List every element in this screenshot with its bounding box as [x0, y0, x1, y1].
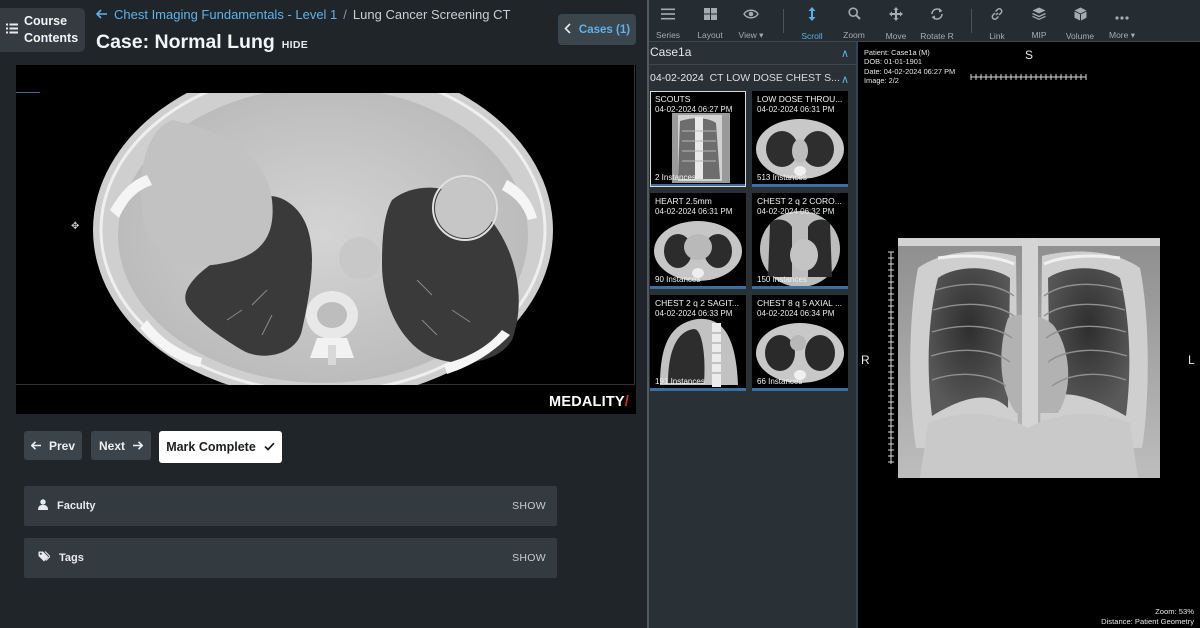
move-tool[interactable]: Move: [874, 7, 918, 41]
series-thumbnail[interactable]: SCOUTS 04-02-2024 06:27 PM 2 Instances: [650, 91, 746, 187]
cube-icon: [1074, 7, 1087, 26]
more-tool-label: More ▾: [1109, 30, 1135, 40]
user-icon: [38, 497, 48, 515]
study-header[interactable]: 04-02-2024 CT LOW DOSE CHEST S...: [650, 72, 840, 84]
scroll-arrows-icon: [808, 7, 816, 26]
series-tool-label: Series: [655, 30, 681, 40]
zoom-readout: Zoom: 53% Distance: Patient Geometry: [1101, 607, 1194, 626]
cursor-crosshair-icon: ✥: [71, 221, 80, 232]
faculty-label: Faculty: [57, 500, 96, 512]
toolbar-separator: [783, 9, 784, 33]
toolbar-separator: [971, 9, 972, 33]
menu-icon: [661, 7, 675, 25]
series-thumbnail[interactable]: CHEST 2 q 2 CORO... 04-02-2024 06:32 PM …: [752, 193, 848, 289]
more-dots-icon: [1115, 7, 1129, 25]
series-thumbnail[interactable]: CHEST 8 q 5 AXIAL ... 04-02-2024 06:34 P…: [752, 295, 848, 391]
layers-icon: [1032, 7, 1046, 25]
tags-panel[interactable]: Tags SHOW: [24, 538, 557, 578]
chevron-up-icon[interactable]: ∧: [841, 73, 849, 86]
volume-tool[interactable]: Volume: [1058, 7, 1102, 41]
case-name: Case1a: [650, 45, 692, 59]
layout-grid-icon: [703, 7, 717, 25]
breadcrumb-separator: /: [343, 7, 347, 22]
series-thumbnail[interactable]: HEART 2.5mm 04-02-2024 06:31 PM 90 Insta…: [650, 193, 746, 289]
tag-icon: [38, 549, 51, 567]
zoom-level: Zoom: 53%: [1155, 607, 1194, 617]
prev-label: Prev: [48, 438, 76, 453]
prev-button[interactable]: Prev: [24, 431, 82, 460]
distance-mode: Distance: Patient Geometry: [1101, 616, 1194, 626]
list-icon: [6, 21, 18, 39]
chevron-up-icon[interactable]: ∧: [841, 47, 849, 60]
next-label: Next: [98, 438, 125, 453]
rotate-tool-label: Rotate R: [920, 31, 954, 41]
view-tool-label: View ▾: [738, 30, 764, 40]
case-header: Case: Normal Lung HIDE: [96, 31, 308, 54]
viewer-toolbar: Series Layout View ▾ Scroll Zoom Move Ro…: [649, 0, 1200, 42]
zoom-icon: [847, 7, 861, 25]
series-thumbnail[interactable]: CHEST 2 q 2 SAGIT... 04-02-2024 06:33 PM…: [650, 295, 746, 391]
mark-complete-button[interactable]: Mark Complete: [159, 431, 282, 463]
series-thumbnail[interactable]: LOW DOSE THROU... 04-02-2024 06:31 PM 51…: [752, 91, 848, 187]
layout-tool-label: Layout: [697, 30, 723, 40]
link-tool-label: Link: [989, 31, 1005, 41]
rotate-tool[interactable]: Rotate R: [915, 7, 959, 41]
xray-viewport[interactable]: Patient: Case1a (M) DOB: 01-01-1901 Date…: [858, 42, 1200, 628]
course-contents-button[interactable]: Course Contents: [0, 8, 85, 52]
arrow-right-icon: [132, 439, 144, 453]
mip-tool-label: MIP: [1031, 30, 1047, 40]
next-button[interactable]: Next: [91, 431, 151, 460]
rotate-icon: [930, 7, 944, 26]
page-title: Case: Normal Lung: [96, 31, 275, 53]
zoom-tool-label: Zoom: [843, 30, 865, 40]
link-icon: [990, 7, 1004, 26]
series-panel: Case1a ∧ 04-02-2024 CT LOW DOSE CHEST S.…: [649, 42, 856, 628]
move-icon: [889, 7, 903, 26]
link-tool[interactable]: Link: [975, 7, 1019, 41]
case-pane: Course Contents Chest Imaging Fundamenta…: [0, 0, 647, 628]
arrow-left-icon: [30, 439, 42, 453]
faculty-panel[interactable]: Faculty SHOW: [24, 486, 557, 526]
series-tool[interactable]: Series: [646, 7, 690, 40]
course-contents-label: Course Contents: [24, 14, 79, 45]
volume-tool-label: Volume: [1065, 31, 1095, 41]
view-tool[interactable]: View ▾: [729, 7, 773, 41]
back-arrow-icon[interactable]: [95, 7, 108, 22]
scroll-tool-label: Scroll: [801, 31, 823, 41]
tags-show-toggle[interactable]: SHOW: [512, 552, 546, 564]
faculty-show-toggle[interactable]: SHOW: [512, 500, 546, 512]
checkmark-icon: [264, 440, 275, 454]
more-tool[interactable]: More ▾: [1100, 7, 1144, 41]
breadcrumb-course-link[interactable]: Chest Imaging Fundamentals - Level 1: [114, 7, 337, 22]
cases-button[interactable]: Cases (1): [558, 14, 636, 45]
chest-xray-image: [898, 238, 1160, 478]
layout-tool[interactable]: Layout: [688, 7, 732, 40]
ct-image-viewer[interactable]: ✥ MEDALITY/: [16, 65, 636, 414]
cases-button-label: Cases (1): [578, 23, 631, 36]
scroll-tool[interactable]: Scroll: [790, 7, 834, 41]
mip-tool[interactable]: MIP: [1017, 7, 1061, 40]
eye-icon: [743, 7, 759, 25]
breadcrumb-current: Lung Cancer Screening CT: [352, 7, 511, 22]
tags-label: Tags: [59, 552, 84, 564]
mark-complete-label: Mark Complete: [166, 440, 256, 454]
move-tool-label: Move: [885, 31, 907, 41]
chevron-left-icon: [564, 21, 571, 39]
hide-toggle[interactable]: HIDE: [282, 39, 308, 51]
breadcrumb: Chest Imaging Fundamentals - Level 1 / L…: [95, 7, 511, 22]
ct-axial-image: [93, 93, 553, 385]
zoom-tool[interactable]: Zoom: [832, 7, 876, 40]
medality-logo: MEDALITY/: [549, 394, 629, 410]
